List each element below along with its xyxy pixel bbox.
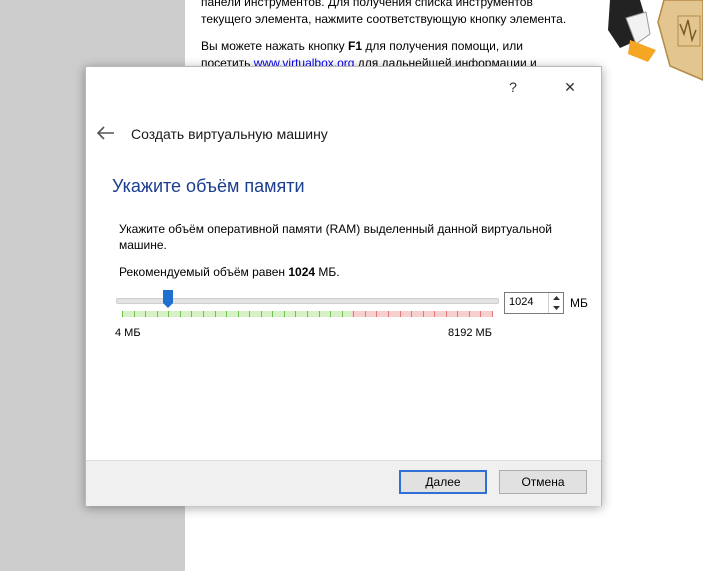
spin-buttons [548,293,563,313]
slider-tick [376,311,377,317]
slider-tick [157,311,158,317]
recommended-memory: Рекомендуемый объём равен 1024 МБ. [119,265,340,279]
memory-spinbox[interactable]: 1024 [504,292,564,314]
help-text: Вы можете нажать кнопку F1 для получения… [201,38,601,55]
slider-tick [261,311,262,317]
memory-slider-thumb[interactable] [163,290,173,308]
create-vm-dialog: ? ✕ Создать виртуальную машину Укажите о… [85,66,602,506]
recommend-prefix: Рекомендуемый объём равен [119,265,289,279]
back-arrow-icon[interactable] [96,125,116,141]
slider-tick [446,311,447,317]
cancel-button[interactable]: Отмена [499,470,587,494]
slider-min-label: 4 МБ [115,327,141,339]
slider-tick [400,311,401,317]
wizard-title: Создать виртуальную машину [131,126,328,142]
spin-up-icon[interactable] [549,293,563,303]
slider-tick [226,311,227,317]
recommend-suffix: МБ. [315,265,340,279]
dialog-footer: Далее Отмена [86,460,601,506]
memory-description: Укажите объём оперативной памяти (RAM) в… [119,222,552,252]
slider-tick [134,311,135,317]
slider-tick [492,311,493,317]
slider-tick [457,311,458,317]
page-title: Укажите объём памяти [112,176,305,196]
slider-tick [307,311,308,317]
slider-tick [319,311,320,317]
slider-tick [272,311,273,317]
slider-tick [249,311,250,317]
memory-spin-value[interactable]: 1024 [509,296,533,308]
memory-unit-label: МБ [570,296,588,310]
next-button[interactable]: Далее [399,470,487,494]
slider-tick [434,311,435,317]
recommend-value: 1024 [288,265,316,279]
help-prefix: Вы можете нажать кнопку [201,39,349,53]
help-suffix: для получения помощи, или [362,39,523,53]
slider-tick [423,311,424,317]
slider-max-label: 8192 МБ [448,327,492,339]
slider-tick [122,311,123,317]
slider-tick [388,311,389,317]
slider-tick [353,311,354,317]
slider-tick [145,311,146,317]
slider-tick [168,311,169,317]
slider-tick [411,311,412,317]
slider-tick [295,311,296,317]
help-button[interactable]: ? [498,75,528,99]
slider-tick [480,311,481,317]
background-text-line: панели инструментов. Для получения списк… [201,0,533,9]
slider-tick [191,311,192,317]
slider-tick [342,311,343,317]
slider-tick [330,311,331,317]
close-button[interactable]: ✕ [555,75,585,99]
slider-tick [469,311,470,317]
help-key: F1 [348,39,363,53]
slider-tick [365,311,366,317]
slider-tick [238,311,239,317]
slider-tick [203,311,204,317]
slider-tick [180,311,181,317]
spin-down-icon[interactable] [549,303,563,313]
slider-tick [215,311,216,317]
unsafe-range [352,311,492,317]
slider-tick [284,311,285,317]
virtualbox-mascot-icon [608,0,703,81]
background-text-line: текущего элемента, нажмите соответствующ… [201,12,567,26]
memory-slider-track[interactable] [116,298,499,304]
memory-slider-ticks [122,311,493,319]
